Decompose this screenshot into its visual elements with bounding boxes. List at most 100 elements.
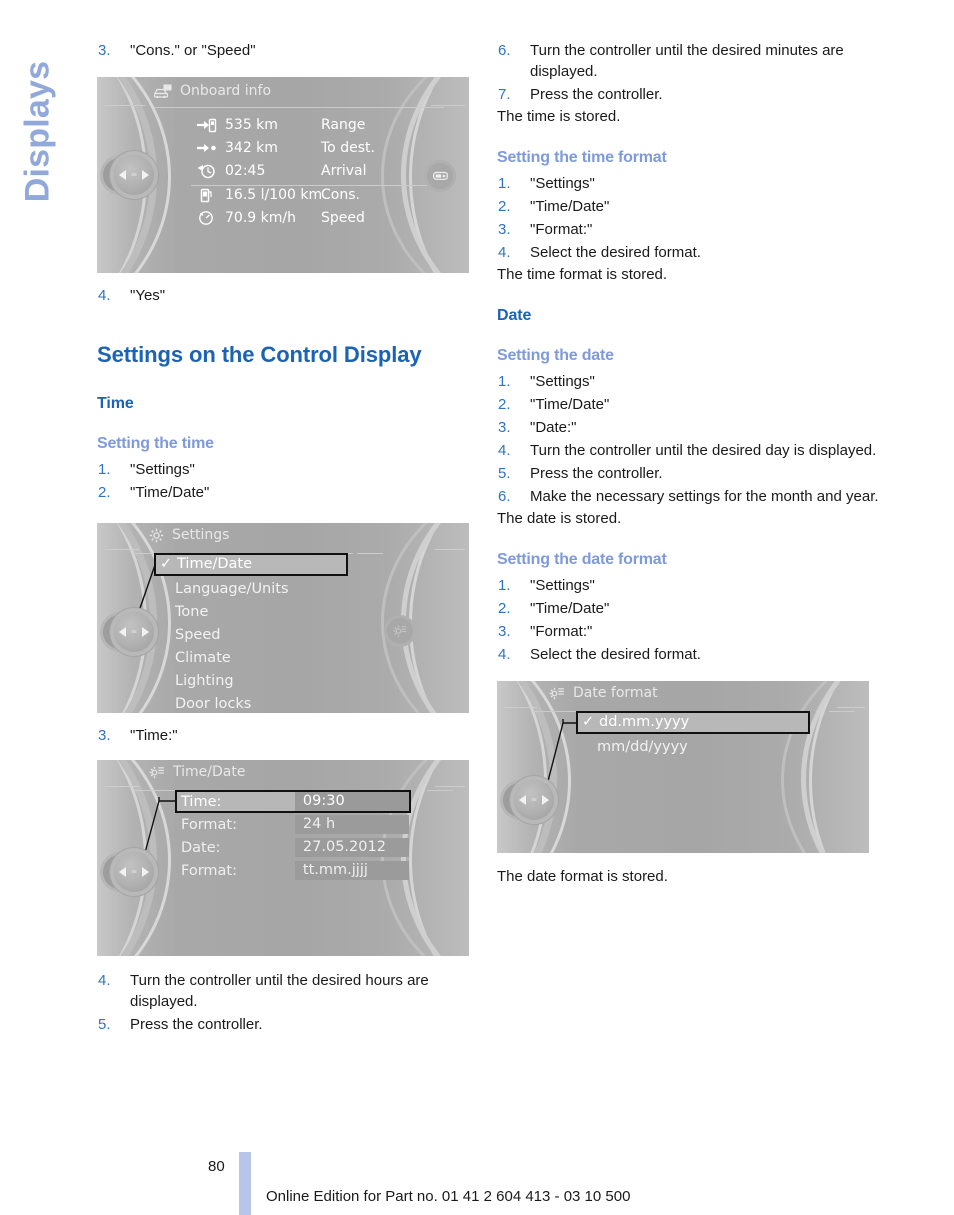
screen-title-row: Settings [149, 527, 229, 543]
step-text: "Settings" [530, 373, 595, 390]
gear-list-icon [549, 686, 565, 701]
decorative-hairline [837, 707, 865, 708]
menu-item-time-date[interactable]: ✓ Time/Date [154, 553, 348, 576]
list-item: 4. Select the desired format. [497, 644, 879, 665]
title-divider [427, 790, 453, 791]
check-icon: ✓ [160, 556, 173, 572]
decorative-hairline [435, 549, 465, 550]
row-divider [191, 185, 444, 186]
list-item: 2. "Time/Date" [497, 598, 879, 619]
step-text: Turn the controller until the desired mi… [530, 42, 844, 80]
speedometer-icon [197, 210, 225, 226]
list-item: 3. "Time:" [97, 725, 479, 746]
step-number: 1. [498, 175, 511, 192]
step-number: 2. [498, 198, 511, 215]
right-arrow-icon [542, 795, 549, 805]
screen-title-row: Onboard info [154, 83, 271, 99]
menu-item-door-locks[interactable]: Door locks [175, 696, 251, 712]
list-item: 1. "Settings" [497, 575, 879, 596]
menu-item-tone[interactable]: Tone [175, 604, 208, 620]
step-number: 4. [98, 972, 111, 989]
timedate-value: 27.05.2012 [294, 838, 409, 857]
step-text: "Cons." or "Speed" [130, 42, 256, 59]
page-footer: 80 Online Edition for Part no. 01 41 2 6… [0, 1152, 954, 1215]
chapter-side-tab-label: Displays [18, 60, 57, 203]
menu-item-dd-mm-yyyy[interactable]: ✓ dd.mm.yyyy [576, 711, 810, 734]
step-number: 2. [98, 484, 111, 501]
settings-gear-list-icon [393, 624, 407, 638]
list-item: 1. "Settings" [497, 371, 879, 392]
step-number: 3. [98, 42, 111, 59]
menu-item-speed[interactable]: Speed [175, 627, 220, 643]
step-number: 4. [498, 646, 511, 663]
onboard-label: Cons. [321, 187, 360, 203]
menu-item-label: dd.mm.yyyy [599, 714, 690, 730]
result-date-format-stored: The date format is stored. [497, 868, 668, 885]
list-item: 3. "Cons." or "Speed" [97, 40, 479, 61]
right-arrow-icon [142, 170, 149, 180]
timedate-row-date[interactable]: Date: 27.05.2012 [177, 838, 409, 857]
list-item: 3. "Date:" [497, 417, 879, 438]
step-number: 1. [98, 461, 111, 478]
step-number: 2. [498, 600, 511, 617]
timedate-row-time-format[interactable]: Format: 24 h [177, 815, 409, 834]
step-number: 4. [98, 287, 111, 304]
step-number: 1. [498, 577, 511, 594]
screen-title-row: Time/Date [149, 764, 245, 780]
clock-arrival-icon [197, 163, 225, 179]
step-list-minutes: 6. Turn the controller until the desired… [497, 40, 879, 105]
list-item: 5. Press the controller. [97, 1014, 479, 1035]
timedate-key: Date: [181, 839, 221, 856]
onboard-label: To dest. [321, 140, 375, 156]
controller-knob[interactable] [114, 155, 154, 195]
settings-shortcut-button[interactable] [387, 618, 413, 644]
list-item: 6. Make the necessary settings for the mo… [497, 486, 879, 507]
menu-item-climate[interactable]: Climate [175, 650, 231, 666]
decorative-hairline [431, 105, 465, 106]
list-item: 3. "Format:" [497, 219, 879, 240]
controller-knob[interactable] [514, 780, 554, 820]
procedure-heading-setting-the-date: Setting the date [497, 347, 614, 364]
list-item: 4. "Yes" [97, 285, 479, 306]
gear-list-icon [149, 765, 165, 780]
timedate-key: Format: [181, 862, 237, 879]
menu-item-label: Time/Date [177, 556, 253, 572]
screen-title-row: Date format [549, 685, 658, 701]
step-list-yes: 4. "Yes" [97, 285, 479, 306]
check-icon: ✓ [582, 714, 595, 730]
menu-item-mm-dd-yyyy[interactable]: mm/dd/yyyy [597, 739, 688, 755]
left-column: 3. "Cons." or "Speed" Onboard info 535 k… [97, 40, 479, 1037]
display-toggle-button[interactable] [427, 163, 453, 189]
step-number: 4. [498, 442, 511, 459]
menu-item-lighting[interactable]: Lighting [175, 673, 234, 689]
onboard-row-range: 535 km Range [197, 117, 411, 133]
step-text: Make the necessary settings for the mont… [530, 488, 879, 505]
step-list-setting-the-time: 1. "Settings" 2. "Time/Date" [97, 459, 479, 503]
step-text: "Time/Date" [130, 484, 210, 501]
step-text: Press the controller. [530, 86, 663, 103]
timedate-row-time[interactable]: Time: 09:30 [175, 790, 411, 813]
step-number: 5. [498, 465, 511, 482]
menu-item-label: Lighting [175, 673, 234, 689]
menu-item-language-units[interactable]: Language/Units [175, 581, 289, 597]
time-date-screenshot: Time/Date Time: 09:30 Format: 24 h Date:… [97, 760, 469, 956]
screen-title: Time/Date [173, 764, 246, 780]
step-text: "Time/Date" [530, 198, 610, 215]
controller-knob[interactable] [114, 852, 154, 892]
menu-item-label: Door locks [175, 696, 252, 712]
step-list-cons-speed: 3. "Cons." or "Speed" [97, 40, 479, 61]
step-text: "Time:" [130, 727, 178, 744]
onboard-label: Speed [321, 210, 365, 226]
procedure-heading-setting-the-time-format: Setting the time format [497, 149, 667, 166]
screen-title: Date format [573, 685, 658, 701]
timedate-row-date-format[interactable]: Format: tt.mm.jjjj [177, 861, 409, 880]
page-title: Settings on the Control Display [97, 342, 422, 367]
gear-icon [149, 528, 164, 543]
controller-knob[interactable] [114, 612, 154, 652]
onboard-value: 16.5 l/100 km [225, 187, 323, 203]
list-item: 7. Press the controller. [497, 84, 879, 105]
car-info-icon [154, 84, 172, 98]
decorative-arc [409, 523, 469, 713]
step-number: 3. [498, 419, 511, 436]
list-item: 6. Turn the controller until the desired… [497, 40, 879, 82]
